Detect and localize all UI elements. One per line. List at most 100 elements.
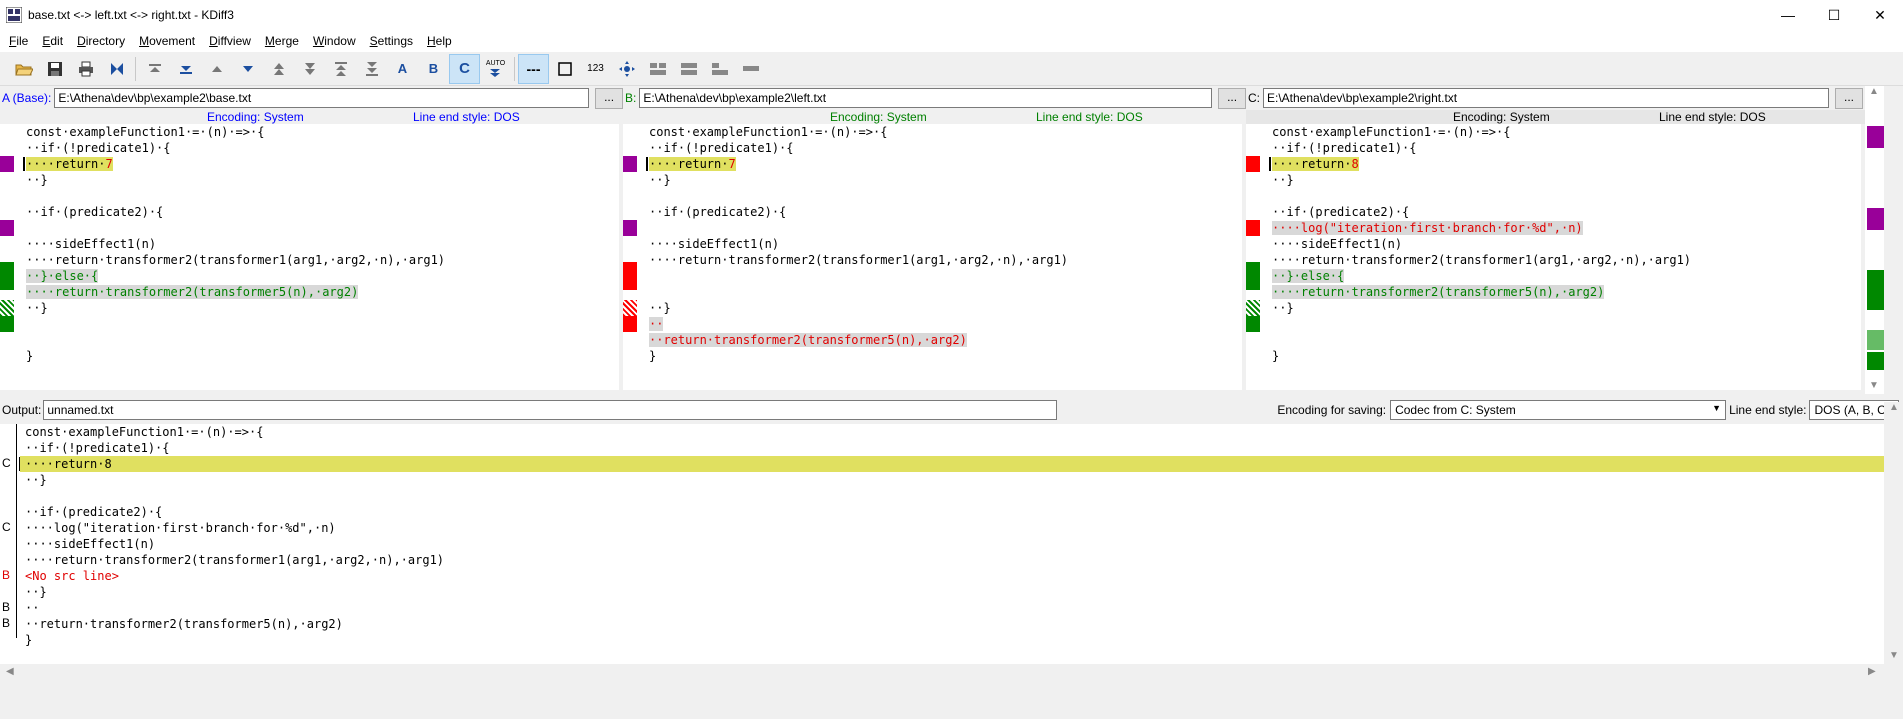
code-line: ··} xyxy=(25,473,47,487)
output-header: Output: unnamed.txt Encoding for saving:… xyxy=(0,398,1903,422)
code-line: ··if·(!predicate1)·{ xyxy=(26,141,171,155)
code-line: ····return·transformer2(transformer5(n),… xyxy=(1272,285,1605,299)
code-line: ·· xyxy=(25,601,40,615)
overview-scroll-up-icon[interactable]: ▲ xyxy=(1869,86,1879,97)
show-whitespace-chars-icon[interactable] xyxy=(549,54,580,84)
join-diffs-icon[interactable] xyxy=(673,54,704,84)
scroll-right-icon[interactable]: ▶ xyxy=(1868,666,1876,677)
conflict-marker xyxy=(1246,156,1260,172)
output-vertical-scrollbar[interactable]: ▲ ▼ xyxy=(1884,402,1903,664)
menu-help[interactable]: Help xyxy=(420,34,459,48)
code-line: ··} xyxy=(1272,173,1294,187)
goto-last-delta-icon[interactable] xyxy=(170,54,201,84)
code-line: ··} xyxy=(26,173,48,187)
pane-a-line-end: Line end style: DOS xyxy=(413,110,520,124)
toolbar: A B C AUTO --- 123 xyxy=(0,52,1903,86)
show-line-numbers-icon[interactable]: 123 xyxy=(580,54,611,84)
show-window-a-icon[interactable] xyxy=(704,54,735,84)
code-line: } xyxy=(649,349,657,363)
text-cursor xyxy=(646,157,648,171)
menu-diffview[interactable]: Diffview xyxy=(202,34,258,48)
code-line: ····return·8 xyxy=(25,457,112,471)
output-horizontal-scrollbar[interactable]: ◀ ▶ xyxy=(0,664,1884,681)
conflict-marker xyxy=(623,300,637,316)
choose-a-b-c-icon[interactable] xyxy=(611,54,642,84)
pane-b-browse-button[interactable]: ... xyxy=(1218,87,1246,109)
code-line: ··}·else·{ xyxy=(26,269,99,283)
scroll-up-icon[interactable]: ▲ xyxy=(1889,402,1899,413)
menu-movement[interactable]: Movement xyxy=(132,34,202,48)
encoding-select[interactable]: Codec from C: System xyxy=(1390,400,1727,420)
goto-prev-unsolved-conflict-icon[interactable] xyxy=(325,54,356,84)
pane-c-path-input[interactable]: E:\Athena\dev\bp\example2\right.txt xyxy=(1263,88,1829,108)
source-indicator: B xyxy=(2,600,11,614)
code-line: ··}·else·{ xyxy=(1272,269,1345,283)
pane-b-path-input[interactable]: E:\Athena\dev\bp\example2\left.txt xyxy=(639,88,1213,108)
pane-b: B: E:\Athena\dev\bp\example2\left.txt ..… xyxy=(623,86,1246,394)
goto-next-unsolved-conflict-icon[interactable] xyxy=(356,54,387,84)
conflict-marker xyxy=(623,262,637,290)
source-indicator: B xyxy=(2,616,11,630)
code-line: ····log("iteration·first·branch·for·%d",… xyxy=(1272,221,1583,235)
menu-merge[interactable]: Merge xyxy=(258,34,306,48)
code-line: ··if·(!predicate1)·{ xyxy=(649,141,794,155)
overview-icon[interactable] xyxy=(735,54,766,84)
save-icon[interactable] xyxy=(39,54,70,84)
select-c-icon[interactable]: C xyxy=(449,53,480,84)
pane-c-browse-button[interactable]: ... xyxy=(1835,87,1863,109)
menu-file[interactable]: File xyxy=(2,34,35,48)
menu-edit[interactable]: Edit xyxy=(35,34,70,48)
menu-settings[interactable]: Settings xyxy=(363,34,420,48)
pane-a-text[interactable]: const·exampleFunction1·=·(n)·=>·{ ··if·(… xyxy=(0,124,619,390)
pane-b-text[interactable]: const·exampleFunction1·=·(n)·=>·{ ··if·(… xyxy=(623,124,1242,390)
menu-window[interactable]: Window xyxy=(306,34,363,48)
auto-advance-icon[interactable]: AUTO xyxy=(480,54,511,84)
change-marker xyxy=(623,156,637,172)
select-b-icon[interactable]: B xyxy=(418,54,449,84)
code-line: ····sideEffect1(n) xyxy=(649,237,780,251)
split-diff-icon[interactable] xyxy=(642,54,673,84)
code-line: ····return·7 xyxy=(26,157,113,171)
code-line: ··if·(!predicate1)·{ xyxy=(25,441,170,455)
goto-first-delta-icon[interactable] xyxy=(139,54,170,84)
code-line: ····return·7 xyxy=(649,157,736,171)
line-end-style-label: Line end style: xyxy=(1729,403,1807,417)
change-marker xyxy=(1246,262,1260,290)
pane-a-path-input[interactable]: E:\Athena\dev\bp\example2\base.txt xyxy=(54,88,590,108)
print-icon[interactable] xyxy=(70,54,101,84)
minimize-button[interactable]: — xyxy=(1765,0,1811,30)
code-line: ··if·(predicate2)·{ xyxy=(1272,205,1410,219)
source-indicator: C xyxy=(2,456,11,470)
goto-current-delta-icon[interactable] xyxy=(101,54,132,84)
close-button[interactable]: ✕ xyxy=(1857,0,1903,30)
maximize-button[interactable]: ☐ xyxy=(1811,0,1857,30)
merge-output-text[interactable]: C C B B B const·exampleFunction1·=·(n)·=… xyxy=(0,424,1884,664)
change-marker xyxy=(0,262,14,290)
pane-c-text[interactable]: const·exampleFunction1·=·(n)·=>·{ ··if·(… xyxy=(1246,124,1861,390)
pane-a-browse-button[interactable]: ... xyxy=(595,87,623,109)
code-line: ····return·transformer2(transformer1(arg… xyxy=(26,253,446,267)
menu-directory[interactable]: Directory xyxy=(70,34,132,48)
scroll-down-icon[interactable]: ▼ xyxy=(1889,650,1899,661)
change-marker xyxy=(1246,316,1260,332)
pane-b-label: B: xyxy=(625,91,637,105)
open-icon[interactable] xyxy=(8,54,39,84)
change-marker xyxy=(0,220,14,236)
overview-marker xyxy=(1867,330,1884,350)
goto-prev-delta-icon[interactable] xyxy=(201,54,232,84)
goto-next-delta-icon[interactable] xyxy=(232,54,263,84)
goto-prev-conflict-icon[interactable] xyxy=(263,54,294,84)
goto-next-conflict-icon[interactable] xyxy=(294,54,325,84)
code-line: } xyxy=(1272,349,1280,363)
diff-overview-bar[interactable]: ▲ ▼ xyxy=(1865,86,1884,394)
overview-scroll-down-icon[interactable]: ▼ xyxy=(1869,380,1879,391)
show-whitespace-icon[interactable]: --- xyxy=(518,53,549,84)
scroll-left-icon[interactable]: ◀ xyxy=(6,666,14,677)
select-a-icon[interactable]: A xyxy=(387,54,418,84)
output-filename-input[interactable]: unnamed.txt xyxy=(43,400,1058,420)
code-line: ····log("iteration·first·branch·for·%d",… xyxy=(25,521,336,535)
